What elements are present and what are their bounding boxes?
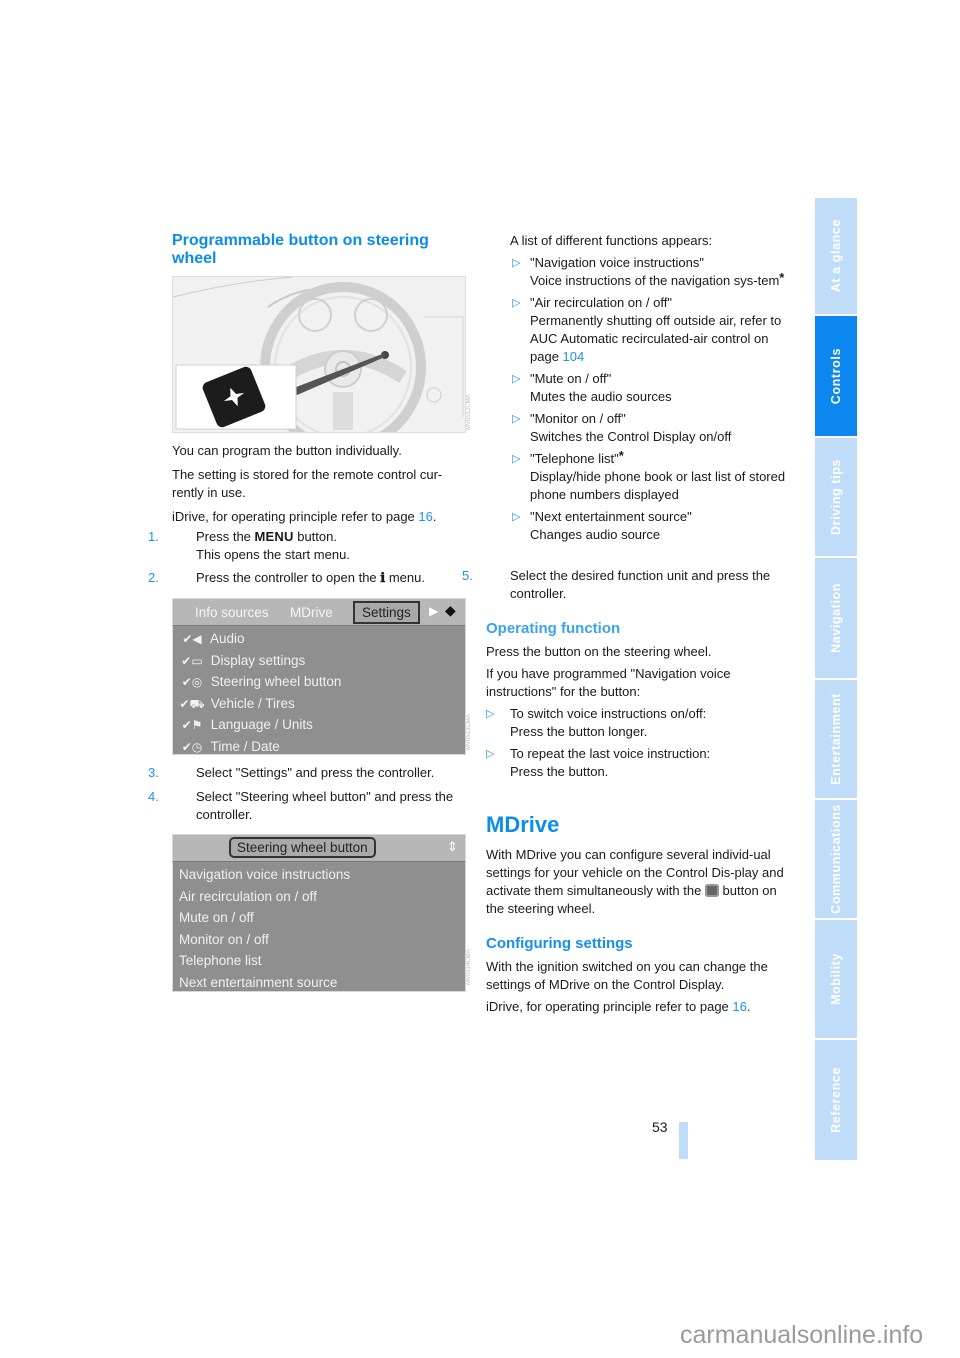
function-item: ▷ "Mute on / off" Mutes the audio sources (512, 371, 672, 404)
sidebar-tab-entertainment[interactable]: Entertainment (815, 680, 857, 798)
menu-item-steering-wheel-button[interactable]: ✔◎ Steering wheel button (173, 671, 465, 693)
menu-item-display-settings[interactable]: ✔▭ Display settings (173, 650, 465, 672)
optional-equipment-star: * (618, 448, 624, 463)
configuring-reference: iDrive, for operating principle refer to… (486, 999, 751, 1014)
vehicle-icon: ✔⛟ (179, 696, 205, 711)
intro-text-1: You can program the button individually. (172, 443, 402, 458)
triangle-bullet-icon: ▷ (512, 373, 521, 385)
clock-icon: ✔◷ (181, 739, 203, 754)
configuring-settings-heading: Configuring settings (486, 935, 633, 952)
idrive-settings-screen: Info sources MDrive Settings ▶ ◆ ✔◀ Audi… (172, 598, 466, 755)
operating-bullet: ▷ To switch voice instructions on/off: Pre… (486, 706, 707, 739)
step-4: 4. Select "Steering wheel button" and pre… (148, 789, 454, 822)
function-item: ▷ "Next entertainment source" Changes audi… (512, 509, 692, 542)
function-item[interactable]: Navigation voice instructions (179, 864, 465, 886)
optional-equipment-star: * (779, 270, 785, 285)
sidebar-tab-navigation[interactable]: Navigation (815, 558, 857, 678)
step-1: 1. Press the MENU button. This opens the … (148, 529, 350, 562)
function-item: ▷ "Navigation voice instructions" Voice in… (512, 255, 785, 288)
operating-function-heading: Operating function (486, 620, 621, 637)
figure-code: MV0513CMA (466, 714, 472, 750)
controller-icon: ◆ (445, 602, 456, 618)
triangle-bullet-icon: ▷ (512, 413, 521, 425)
menu-item-language-units[interactable]: ✔⚑ Language / Units (173, 714, 465, 736)
intro-text-2: The setting is stored for the remote con… (172, 467, 443, 500)
scroll-indicator-icon: ⇕ (447, 839, 458, 854)
function-item[interactable]: Monitor on / off (179, 929, 465, 951)
tab-settings[interactable]: Settings (353, 601, 420, 624)
screen-header: Steering wheel button ⇕ (173, 835, 465, 862)
screen-header: Info sources MDrive Settings ▶ ◆ (173, 599, 465, 626)
page-marker (679, 1122, 688, 1159)
screen-title: Steering wheel button (229, 837, 376, 858)
steering-wheel-icon: ✔◎ (181, 675, 203, 689)
mdrive-text: With MDrive you can configure several in… (486, 847, 784, 916)
configuring-text: With the ignition switched on you can ch… (486, 959, 768, 992)
function-item[interactable]: Next entertainment source (179, 972, 465, 992)
tab-mdrive[interactable]: MDrive (290, 605, 333, 620)
function-item: ▷ "Telephone list"* Display/hide phone boo… (512, 448, 786, 502)
function-item[interactable]: Air recirculation on / off (179, 886, 465, 908)
figure-code: MV0514CMA (466, 949, 472, 985)
triangle-bullet-icon: ▷ (486, 748, 495, 760)
triangle-bullet-icon: ▷ (512, 257, 521, 269)
step-5: 5. Select the desired function unit and p… (462, 568, 771, 601)
function-item[interactable]: Telephone list (179, 950, 465, 972)
display-icon: ✔▭ (181, 653, 203, 668)
steering-wheel-drawing (173, 277, 464, 432)
sidebar-tab-communications[interactable]: Communications (815, 800, 857, 918)
menu-item-time-date[interactable]: ✔◷ Time / Date (173, 736, 465, 755)
step-3: 3. Select "Settings" and press the contro… (148, 765, 435, 780)
operating-bullets: ▷ To switch voice instructions on/off: Pre… (486, 705, 786, 785)
steering-wheel-illustration (172, 276, 466, 433)
menu-item-audio[interactable]: ✔◀ Audio (173, 628, 465, 650)
sidebar-tab-controls[interactable]: Controls (815, 316, 857, 436)
step-2: 2. Press the controller to open the ℹ men… (148, 570, 425, 586)
operating-bullet: ▷ To repeat the last voice instruction: Pr… (486, 746, 711, 779)
page-link[interactable]: 104 (563, 349, 585, 364)
page-number: 53 (652, 1119, 668, 1135)
idrive-reference: iDrive, for operating principle refer to… (172, 509, 437, 524)
page-link[interactable]: 16 (732, 999, 746, 1014)
mdrive-button-icon (704, 884, 719, 897)
function-item: ▷ "Air recirculation on / off" Permanently… (512, 295, 782, 364)
sidebar-tab-mobility[interactable]: Mobility (815, 920, 857, 1038)
tab-info-sources[interactable]: Info sources (195, 605, 269, 620)
function-item[interactable]: Mute on / off (179, 907, 465, 929)
arrow-right-icon: ▶ (429, 604, 439, 618)
operating-text-2: If you have programmed "Navigation voice… (486, 666, 731, 699)
menu-key-label: MENU (254, 529, 294, 544)
menu-item-vehicle-tires[interactable]: ✔⛟ Vehicle / Tires (173, 693, 465, 715)
mdrive-heading: MDrive (486, 812, 560, 837)
watermark: carmanualsonline.info (680, 1321, 924, 1349)
triangle-bullet-icon: ▷ (512, 297, 521, 309)
sidebar-tab-at-a-glance[interactable]: At a glance (815, 198, 857, 314)
list-intro: A list of different functions appears: (510, 233, 713, 248)
operating-text-1: Press the button on the steering wheel. (486, 644, 712, 659)
figure-code: MV0512CMA (466, 394, 472, 430)
flag-icon: ✔⚑ (181, 718, 203, 732)
triangle-bullet-icon: ▷ (512, 511, 521, 523)
section-title: Programmable button on steering wheel (172, 232, 429, 267)
triangle-bullet-icon: ▷ (486, 708, 495, 720)
sidebar-tab-driving-tips[interactable]: Driving tips (815, 438, 857, 556)
audio-icon: ✔◀ (182, 632, 202, 646)
triangle-bullet-icon: ▷ (512, 453, 521, 465)
page-link[interactable]: 16 (418, 509, 432, 524)
function-list: ▷ "Navigation voice instructions" Voice in… (510, 254, 792, 548)
function-item: ▷ "Monitor on / off" Switches the Control … (512, 411, 732, 444)
sidebar-tab-reference[interactable]: Reference (815, 1040, 857, 1160)
idrive-steering-wheel-button-screen: Steering wheel button ⇕ Navigation voice… (172, 834, 466, 992)
